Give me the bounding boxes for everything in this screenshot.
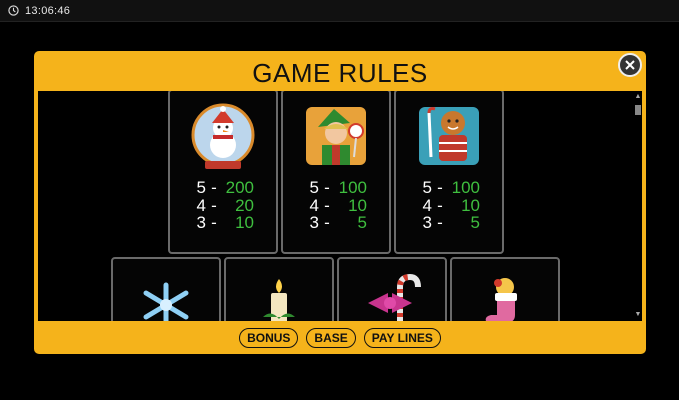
- payout-row: 3-10: [170, 214, 276, 232]
- dash: -: [324, 178, 330, 197]
- payout-row: 5-200: [170, 179, 276, 197]
- payout-list: 5-100 4-10 3-5: [396, 179, 502, 232]
- payout-row: 4-10: [396, 195, 502, 215]
- dash: -: [211, 213, 217, 232]
- dash: -: [324, 195, 330, 215]
- scroll-down-icon[interactable]: ▼: [634, 311, 642, 319]
- payout-row: 3- 5: [396, 214, 502, 232]
- dash: -: [211, 178, 217, 197]
- payout-row: 4-20: [170, 195, 276, 215]
- payout-value: 10: [235, 213, 254, 232]
- dialog-title: GAME RULES: [252, 58, 428, 88]
- symbol-count: 4: [422, 195, 432, 215]
- symbol-count: 5: [422, 178, 432, 197]
- gingerbread-man-icon: [419, 107, 479, 165]
- payout-row: 5-100: [396, 179, 502, 197]
- snowman-snowglobe-icon: [191, 103, 255, 169]
- game-rules-dialog: GAME RULES 5-200 4-20 3-10 5 - 100 4 - 1…: [34, 51, 646, 354]
- status-bar: 13:06:46: [0, 0, 679, 22]
- symbol-count: 4: [196, 195, 206, 215]
- dash: -: [324, 213, 330, 232]
- rules-tabs: BONUS BASE PAY LINES: [34, 321, 646, 354]
- paytable-card: 5-100 4-10 3-5: [281, 91, 391, 254]
- dash: -: [437, 178, 443, 197]
- candy-cane-bow-icon: [368, 273, 421, 321]
- symbol-count: 3: [196, 213, 206, 232]
- dash: -: [437, 195, 443, 215]
- payout-value: 200: [225, 178, 254, 197]
- candle-icon: [263, 279, 295, 321]
- payout-value: 10: [348, 195, 367, 215]
- dash: -: [437, 213, 443, 232]
- paytable-card: [337, 257, 447, 321]
- dash: -: [211, 195, 217, 215]
- payout-list: 5-100 4-10 3-5: [283, 179, 389, 232]
- clock-time: 13:06:46: [25, 4, 71, 17]
- paytable-card: [224, 257, 334, 321]
- payout-value: 100: [451, 178, 480, 197]
- paytable-card: 5-100 4-10 3-5: [394, 91, 504, 254]
- scroll-up-icon[interactable]: ▲: [634, 93, 642, 101]
- tab-bonus[interactable]: BONUS: [239, 327, 299, 348]
- symbol-count: 5: [309, 178, 319, 197]
- paytable-card: [450, 257, 560, 321]
- payout-value: 5: [470, 213, 480, 232]
- payout-value: 20: [235, 195, 254, 215]
- payout-row: 3- 5: [283, 214, 389, 232]
- rules-content[interactable]: 5-200 4-20 3-10 5-100 4-10 3-5 5 - 100 4…: [38, 91, 634, 321]
- payout-value: 5: [357, 213, 367, 232]
- clock-icon: [8, 5, 19, 16]
- close-icon: [625, 60, 635, 70]
- snowflake-icon: [143, 282, 189, 321]
- symbol-count: 5: [196, 178, 206, 197]
- paytable-card: 5-200 4-20 3-10: [168, 91, 278, 254]
- payout-list: 5-200 4-20 3-10: [170, 179, 276, 232]
- symbol-count: 3: [422, 213, 432, 232]
- close-button[interactable]: [618, 53, 642, 77]
- payout-value: 100: [338, 178, 367, 197]
- payout-value: 10: [461, 195, 480, 215]
- stocking-icon: [485, 278, 517, 321]
- payout-row: 5-100: [283, 179, 389, 197]
- tab-base[interactable]: BASE: [306, 327, 356, 348]
- scrollbar[interactable]: ▲ ▼: [634, 91, 642, 321]
- tab-pay-lines[interactable]: PAY LINES: [363, 327, 441, 348]
- paytable-card: [111, 257, 221, 321]
- elf-icon: [306, 107, 366, 165]
- scroll-thumb[interactable]: [635, 105, 641, 115]
- payout-row: 4-10: [283, 195, 389, 215]
- symbol-count: 4: [309, 195, 319, 215]
- symbol-count: 3: [309, 213, 319, 232]
